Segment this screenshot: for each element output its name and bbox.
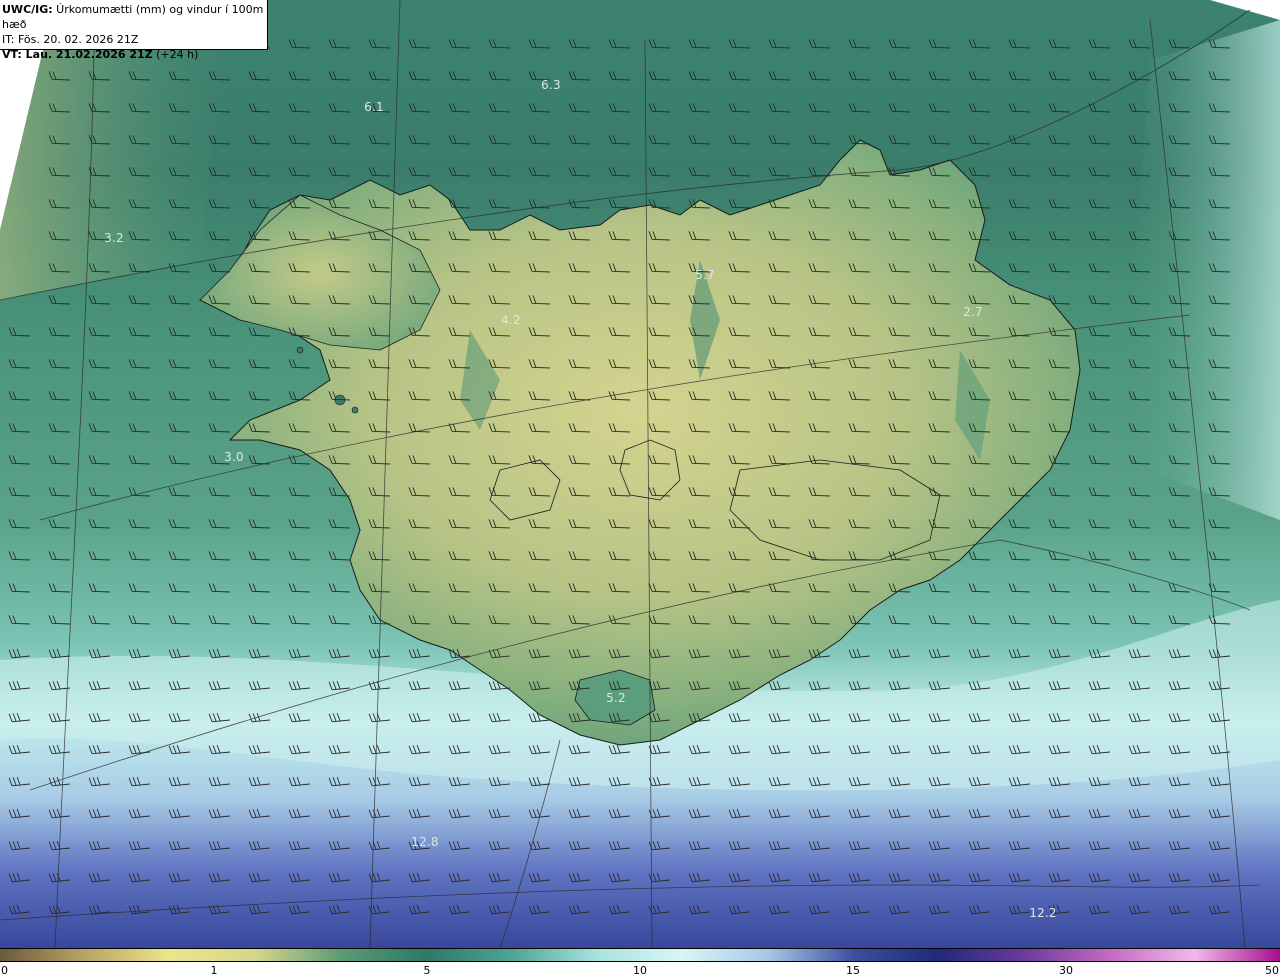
value-label: 3.2 — [104, 231, 124, 245]
value-label: 5.7 — [695, 268, 715, 282]
value-label: 5.2 — [606, 691, 626, 705]
value-label: 2.7 — [963, 305, 983, 319]
colorbar-tick: 10 — [633, 964, 647, 977]
value-label: 12.2 — [1029, 906, 1057, 920]
colorbar-tick: 5 — [423, 964, 431, 977]
colorbar-tick: 50 — [1265, 964, 1279, 977]
header-init-time: IT: Fös. 20. 02. 2026 21Z — [2, 33, 139, 46]
value-label: 12.8 — [411, 835, 439, 849]
colorbar-tick: 15 — [846, 964, 860, 977]
colorbar-strip — [0, 948, 1280, 962]
map-header: UWC/IG: Úrkomumætti (mm) og vindur í 100… — [0, 0, 268, 61]
map-canvas[interactable]: UWC/IG: Úrkomumætti (mm) og vindur í 100… — [0, 0, 1280, 948]
colorbar: 0 1 5 10 15 30 50 — [0, 948, 1280, 978]
header-title: UWC/IG: Úrkomumætti (mm) og vindur í 100… — [2, 3, 264, 31]
colorbar-tick: 0 — [1, 964, 8, 977]
value-label: 4.2 — [501, 313, 521, 327]
value-label: 6.3 — [541, 78, 561, 92]
colorbar-tick: 1 — [210, 964, 218, 977]
map-svg — [0, 0, 1280, 948]
colorbar-tick: 30 — [1059, 964, 1073, 977]
value-label: 3.0 — [224, 450, 244, 464]
value-label: 6.1 — [364, 100, 384, 114]
header-valid-time: VT: Lau. 21.02.2026 21Z (+24 h) — [2, 48, 199, 61]
